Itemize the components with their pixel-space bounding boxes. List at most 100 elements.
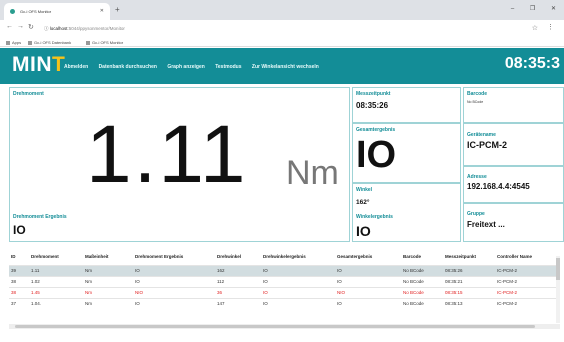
logo: MINT — [12, 53, 66, 76]
barcode-value: No BCode — [467, 100, 484, 104]
address-bar: ← → ↻ ⓘ localhost:5044/ppysonmentor/Moni… — [0, 20, 564, 37]
table-cell: 1.04. — [29, 297, 83, 309]
apps-icon — [6, 40, 10, 45]
table-cell: 08:35:26 — [443, 264, 495, 276]
angle-value: 162° — [356, 199, 370, 206]
forward-icon[interactable]: → — [17, 23, 24, 30]
close-tab-icon[interactable]: ✕ — [100, 8, 104, 14]
bookmark-icon — [86, 40, 90, 45]
table-cell: IC-PCM-2 — [495, 264, 560, 276]
angle-result-label: Winkelergebnis — [356, 214, 393, 220]
col-drehwinkel[interactable]: Drehwinkel — [215, 248, 261, 265]
table-header-row: ID Drehmoment Maßeinheit Drehmoment Erge… — [9, 248, 560, 265]
table-cell: 1.02 — [29, 275, 83, 287]
table-row[interactable]: 38 1.45 Nm NIO 36 IO NIO No BCode 08:35:… — [9, 286, 560, 298]
table-cell: IO — [133, 297, 215, 309]
barcode-label: Barcode — [467, 91, 488, 97]
col-controller-name[interactable]: Controller Name — [495, 248, 560, 265]
scroll-thumb[interactable] — [15, 325, 535, 328]
nav-graph-anzeigen[interactable]: Graph anzeigen — [167, 64, 205, 70]
table-cell: 08:35:15 — [443, 286, 495, 298]
table-horizontal-scrollbar[interactable] — [9, 324, 560, 329]
col-messzeitpunkt[interactable]: Messzeitpunkt — [443, 248, 495, 265]
bookmark-icon — [28, 40, 32, 45]
col-id[interactable]: ID — [9, 248, 29, 265]
browser-menu-icon[interactable]: ⋮ — [547, 23, 554, 31]
table-cell: 36 — [215, 286, 261, 298]
new-tab-icon[interactable]: + — [115, 5, 120, 14]
device-panel: Gerätename IC-PCM-2 — [463, 123, 564, 166]
table-cell: 37 — [9, 297, 29, 309]
address-label: Adresse — [467, 174, 487, 180]
table-cell: 38 — [9, 286, 29, 298]
table-vertical-scrollbar[interactable] — [556, 256, 560, 323]
nav-testmodus[interactable]: Testmodus — [215, 64, 241, 70]
url-path: :5044/ppysonmentor/Monitor — [67, 26, 125, 31]
table-cell: NIO — [133, 286, 215, 298]
table-row[interactable]: 39 1.11 Nm IO 162 IO IO No BCode 08:35:2… — [9, 264, 560, 276]
col-barcode[interactable]: Barcode — [401, 248, 443, 265]
results-table: ID Drehmoment Maßeinheit Drehmoment Erge… — [9, 248, 560, 328]
table-cell: 1.45 — [29, 286, 83, 298]
table-cell: 147 — [215, 297, 261, 309]
device-value: IC-PCM-2 — [467, 140, 507, 150]
torque-result-label: Drehmoment Ergebnis — [13, 214, 67, 220]
total-result-value: IO — [356, 134, 397, 176]
table-cell: Nm — [83, 275, 133, 287]
bookmark-monitor[interactable]: Gc-i OFS Monitor — [86, 40, 123, 45]
maximize-icon[interactable]: ❐ — [530, 6, 535, 12]
table-cell: IO — [261, 275, 335, 287]
table-cell: IO — [261, 286, 335, 298]
table-cell: 1.11 — [29, 264, 83, 276]
main-nav: Abmelden Datenbank durchsuchen Graph anz… — [64, 64, 328, 70]
group-value: Freitext ... — [467, 220, 505, 229]
nav-abmelden[interactable]: Abmelden — [64, 64, 88, 70]
table-cell: No BCode — [401, 286, 443, 298]
group-panel: Gruppe Freitext ... — [463, 203, 564, 242]
bookmark-star-icon[interactable]: ☆ — [532, 24, 538, 32]
nav-datenbank-durchsuchen[interactable]: Datenbank durchsuchen — [99, 64, 157, 70]
reload-icon[interactable]: ↻ — [28, 23, 34, 31]
scroll-thumb[interactable] — [556, 258, 560, 280]
table-cell: No BCode — [401, 275, 443, 287]
group-label: Gruppe — [467, 211, 485, 217]
bookmark-datenbank[interactable]: Gc-i OFS Datenbank — [28, 40, 71, 45]
table-row[interactable]: 37 1.04. Nm IO 147 IO IO No BCode 08:35:… — [9, 297, 560, 309]
measure-time-label: Messzeitpunkt — [356, 91, 391, 97]
col-gesamtergebnis[interactable]: Gesamtergebnis — [335, 248, 401, 265]
table-row[interactable]: 38 1.02 Nm IO 112 IO IO No BCode 08:35:2… — [9, 275, 560, 287]
col-drehwinkelergebnis[interactable]: Drehwinkelergebnis — [261, 248, 335, 265]
tab-title: Gc-i OFS Monitor — [20, 9, 52, 14]
table-cell: IO — [261, 264, 335, 276]
window-close-icon[interactable]: ✕ — [551, 6, 556, 12]
torque-panel: Drehmoment 1.11 Nm Drehmoment Ergebnis I… — [9, 87, 350, 242]
col-drehmoment[interactable]: Drehmoment — [29, 248, 83, 265]
table-cell: 39 — [9, 264, 29, 276]
table-cell: Nm — [83, 286, 133, 298]
app-header: MINT Abmelden Datenbank durchsuchen Grap… — [0, 48, 564, 84]
measure-time-panel: Messzeitpunkt 08:35:26 — [352, 87, 461, 123]
total-result-label: Gesamtergebnis — [356, 127, 396, 133]
nav-winkelansicht[interactable]: Zur Winkelansicht wechseln — [252, 64, 319, 70]
table-cell: IC-PCM-2 — [495, 286, 560, 298]
table-cell: IO — [133, 275, 215, 287]
url-host: localhost — [49, 26, 68, 31]
favicon-icon — [10, 9, 15, 14]
torque-result-value: IO — [13, 223, 26, 237]
back-icon[interactable]: ← — [6, 23, 13, 30]
table-cell: 162 — [215, 264, 261, 276]
col-masseinheit[interactable]: Maßeinheit — [83, 248, 133, 265]
url-field[interactable]: ⓘ localhost:5044/ppysonmentor/Monitor — [44, 23, 514, 34]
device-label: Gerätename — [467, 132, 496, 138]
browser-tab[interactable]: Gc-i OFS Monitor ✕ — [4, 3, 110, 20]
minimize-icon[interactable]: – — [511, 6, 514, 12]
table-cell: IO — [335, 297, 401, 309]
table-cell: IO — [335, 275, 401, 287]
col-drehmoment-ergebnis[interactable]: Drehmoment Ergebnis — [133, 248, 215, 265]
bookmark-apps[interactable]: Apps — [6, 40, 21, 45]
clock: 08:35:3 — [504, 55, 560, 72]
table-cell: IO — [335, 264, 401, 276]
table-cell: IO — [133, 264, 215, 276]
torque-label: Drehmoment — [13, 91, 44, 97]
address-value: 192.168.4.4:4545 — [467, 182, 530, 191]
